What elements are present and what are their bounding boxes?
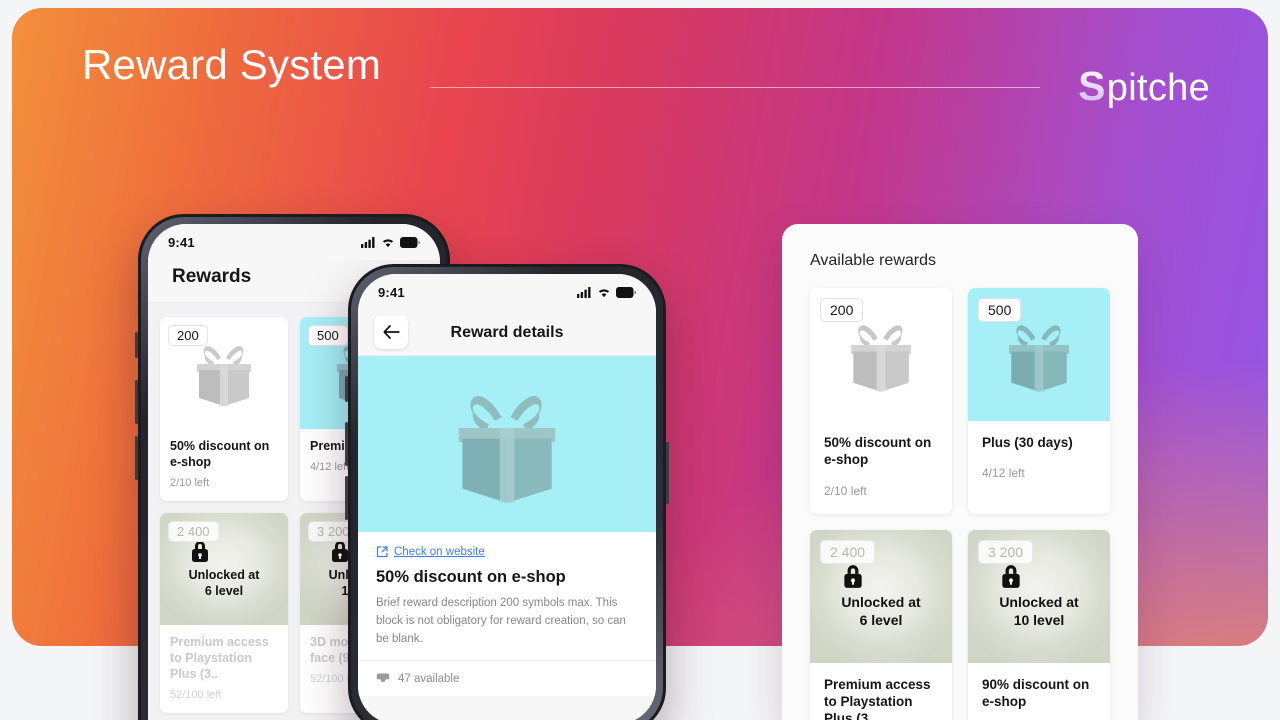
reward-thumbnail: 200 [810, 288, 952, 421]
reward-stock: 2/10 left [170, 477, 210, 489]
lock-line-2: 6 level [859, 611, 903, 628]
reward-points-badge: 200 [168, 325, 208, 346]
wifi-icon [598, 288, 610, 297]
reward-card[interactable]: 500 Plus (30 days) 4/12 left [968, 288, 1110, 514]
title-divider [430, 87, 1040, 88]
wifi-icon [382, 238, 394, 247]
lock-icon [191, 540, 208, 562]
phone2-volume-down-button[interactable] [345, 476, 348, 520]
phone2-status-icons [577, 286, 636, 298]
reward-thumbnail-locked: 2 400 Unlocked at 6 level [810, 529, 952, 663]
reward-card-text: Premium access to Playstation Plus (3.. … [160, 625, 288, 713]
reward-points-badge: 2 400 [820, 539, 876, 564]
reward-name: 50% discount on e-shop [824, 435, 932, 468]
battery-icon [400, 236, 420, 248]
gift-box-icon [851, 324, 911, 392]
lock-icon [1002, 565, 1020, 588]
phone1-mute-button[interactable] [135, 332, 138, 358]
lock-overlay: Unlocked at 6 level [841, 563, 921, 629]
gift-box-icon [458, 396, 556, 503]
arrow-left-icon [383, 325, 400, 339]
phone2-volume-up-button[interactable] [345, 422, 348, 466]
reward-card-text: Plus (30 days) 4/12 left [968, 421, 1110, 496]
reward-stock: 2/10 left [824, 483, 867, 498]
gift-box-icon [197, 346, 251, 406]
reward-stock: 52/100 left [170, 689, 222, 701]
lock-line-1: Unlocked at [188, 567, 260, 582]
reward-description: Brief reward description 200 symbols max… [376, 597, 626, 645]
reward-thumbnail-locked: 2 400 Unlocked at 6 level [160, 513, 288, 625]
reward-availability-row: 47 available [358, 660, 656, 697]
phone2-power-button[interactable] [666, 442, 669, 504]
reward-name: Plus (30 days) [982, 435, 1073, 450]
reward-stock: 4/12 left [982, 466, 1025, 481]
phone1-status-bar: 9:41 [148, 224, 440, 260]
reward-details-title: Reward details [450, 323, 564, 341]
lock-icon [844, 565, 862, 588]
reward-card-locked[interactable]: 2 400 Unlocked at 6 level Premium access… [160, 513, 288, 713]
reward-card[interactable]: 200 50% discount on e-shop 2/10 left [810, 288, 952, 514]
reward-availability-label: 47 available [398, 672, 460, 685]
phone1-volume-down-button[interactable] [135, 436, 138, 480]
gift-box-icon [1009, 324, 1069, 392]
reward-points-badge: 500 [308, 325, 348, 346]
lock-overlay: Unlocked at 10 level [999, 563, 1079, 629]
screenshot-root: Reward System Spitche 9:41 Rewards 200 5… [0, 0, 1280, 720]
reward-card-locked[interactable]: 2 400 Unlocked at 6 level Premium access [810, 529, 952, 720]
phone-reward-details: 9:41 Reward details Check on website 50%… [345, 264, 669, 720]
reward-card-locked[interactable]: 3 200 Unlocked at 10 level 90% discount [968, 529, 1110, 720]
reward-card-text: 90% discount on e-shop [968, 663, 1110, 720]
check-on-website-label: Check on website [394, 546, 485, 558]
external-link-icon [376, 546, 388, 558]
phone2-clock: 9:41 [378, 284, 405, 300]
lock-overlay: Unlocked at 6 level [188, 539, 260, 599]
inbox-icon [376, 673, 390, 684]
phone1-clock: 9:41 [168, 234, 195, 250]
check-on-website-link[interactable]: Check on website [376, 546, 638, 558]
brand-logo-initial: S [1078, 63, 1106, 109]
reward-card-text: 50% discount on e-shop 2/10 left [810, 421, 952, 514]
available-rewards-heading: Available rewards [810, 252, 936, 269]
reward-points-badge: 3 200 [978, 539, 1034, 564]
reward-thumbnail: 200 [160, 317, 288, 429]
battery-icon [616, 286, 636, 298]
lock-line-1: Unlocked at [841, 594, 921, 611]
brand-logo: Spitche [1078, 63, 1210, 110]
reward-points-badge: 2 400 [168, 521, 219, 542]
reward-details-body: Check on website 50% discount on e-shop … [358, 532, 656, 661]
reward-thumbnail-locked: 3 200 Unlocked at 10 level [968, 529, 1110, 663]
reward-name: 50% discount on e-shop [170, 439, 270, 469]
lock-line-2: 10 level [1013, 611, 1065, 628]
reward-detail-name: 50% discount on e-shop [376, 568, 566, 586]
phone2-status-bar: 9:41 [358, 274, 656, 310]
reward-card[interactable]: 200 50% discount on e-shop 2/10 left [160, 317, 288, 501]
reward-thumbnail: 500 [968, 288, 1110, 421]
cellular-signal-icon [577, 286, 591, 298]
back-button[interactable] [374, 315, 408, 349]
available-rewards-panel: Available rewards 200 50% discount on e-… [782, 224, 1138, 720]
reward-name: 90% discount on e-shop [982, 676, 1090, 709]
phone1-status-icons [361, 236, 420, 248]
reward-card-text: 50% discount on e-shop 2/10 left [160, 429, 288, 501]
lock-line-2: 6 level [204, 583, 244, 598]
panel-rewards-grid: 200 50% discount on e-shop 2/10 left 500… [782, 288, 1138, 720]
reward-hero-image [358, 356, 656, 532]
reward-name: Premium access to Playstation Plus (3.. [170, 635, 269, 681]
phone2-mute-button[interactable] [345, 376, 348, 402]
reward-name: Premium access to Playstation Plus (3.. [824, 676, 931, 720]
reward-points-badge: 500 [978, 298, 1022, 322]
phone1-volume-up-button[interactable] [135, 380, 138, 424]
brand-logo-text: pitche [1106, 67, 1210, 109]
page-title: Reward System [82, 41, 382, 88]
phone2-nav-bar: Reward details [358, 310, 656, 356]
reward-points-badge: 200 [820, 298, 864, 322]
reward-card-text: Premium access to Playstation Plus (3.. [810, 663, 952, 720]
phone2-screen: 9:41 Reward details Check on website 50%… [358, 274, 656, 720]
lock-line-1: Unlocked at [999, 594, 1079, 611]
cellular-signal-icon [361, 236, 375, 248]
